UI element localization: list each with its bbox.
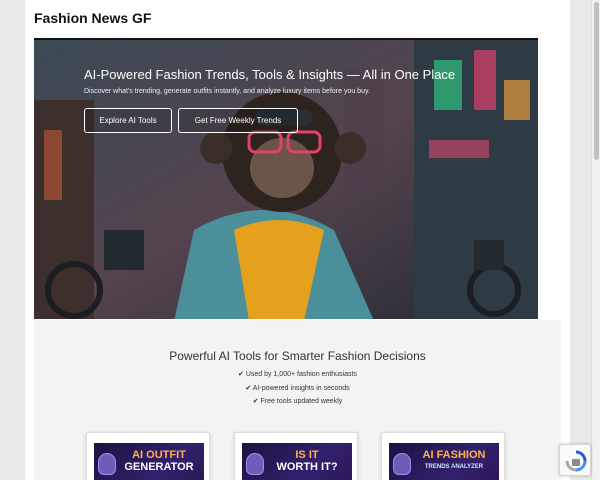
- feature-check-item: ✔ Used by 1,000+ fashion enthusiasts: [238, 371, 357, 378]
- tool-card-title-line2: WORTH IT?: [276, 461, 338, 473]
- tool-card-worth-it[interactable]: IS IT WORTH IT?: [234, 432, 358, 480]
- tool-card-outfit-generator[interactable]: AI OUTFIT GENERATOR: [86, 432, 210, 480]
- tool-card-title-line1: AI FASHION: [422, 449, 486, 461]
- feature-check-item: ✔ Free tools updated weekly: [252, 398, 343, 405]
- scrollbar-thumb[interactable]: [594, 2, 599, 160]
- robot-face-icon: [246, 453, 264, 475]
- tool-card-title-line1: AI OUTFIT: [132, 449, 186, 461]
- ai-tools-section: Powerful AI Tools for Smarter Fashion De…: [34, 320, 561, 480]
- recaptcha-badge[interactable]: [559, 444, 591, 476]
- tool-card-title: AI OUTFIT GENERATOR: [116, 449, 202, 473]
- tool-card-title-line2: TRENDS ANALYZER: [424, 464, 484, 470]
- tool-card-title: AI FASHION TRENDS ANALYZER: [411, 449, 497, 473]
- tool-card-title: IS IT WORTH IT?: [264, 449, 350, 473]
- tool-card-trends-analyzer[interactable]: AI FASHION TRENDS ANALYZER: [381, 432, 505, 480]
- page-content: Fashion News GF AI-Powered Fashion Trend…: [25, 0, 570, 480]
- tool-card-title-line1: IS IT: [295, 449, 319, 461]
- recaptcha-icon: [565, 450, 587, 472]
- tool-card-thumbnail[interactable]: AI FASHION TRENDS ANALYZER: [389, 443, 499, 480]
- feature-check-item: ✔ AI-powered insights in seconds: [245, 384, 350, 392]
- site-title[interactable]: Fashion News GF: [34, 10, 151, 26]
- hero-banner: AI-Powered Fashion Trends, Tools & Insig…: [34, 38, 538, 319]
- hero-subtitle: Discover what's trending, generate outfi…: [84, 88, 370, 95]
- robot-face-icon: [98, 453, 116, 475]
- feature-checklist: ✔ Used by 1,000+ fashion enthusiasts ✔ A…: [34, 368, 561, 409]
- hero-title: AI-Powered Fashion Trends, Tools & Insig…: [84, 67, 456, 82]
- page-scrollbar[interactable]: [591, 0, 600, 480]
- section-heading: Powerful AI Tools for Smarter Fashion De…: [169, 349, 426, 363]
- robot-face-icon: [393, 453, 411, 475]
- tool-card-thumbnail[interactable]: AI OUTFIT GENERATOR: [94, 443, 204, 480]
- tool-card-title-line2: GENERATOR: [124, 461, 194, 473]
- tool-card-thumbnail[interactable]: IS IT WORTH IT?: [242, 443, 352, 480]
- get-free-weekly-trends-button[interactable]: Get Free Weekly Trends: [178, 108, 298, 133]
- explore-ai-tools-button[interactable]: Explore AI Tools: [84, 108, 172, 133]
